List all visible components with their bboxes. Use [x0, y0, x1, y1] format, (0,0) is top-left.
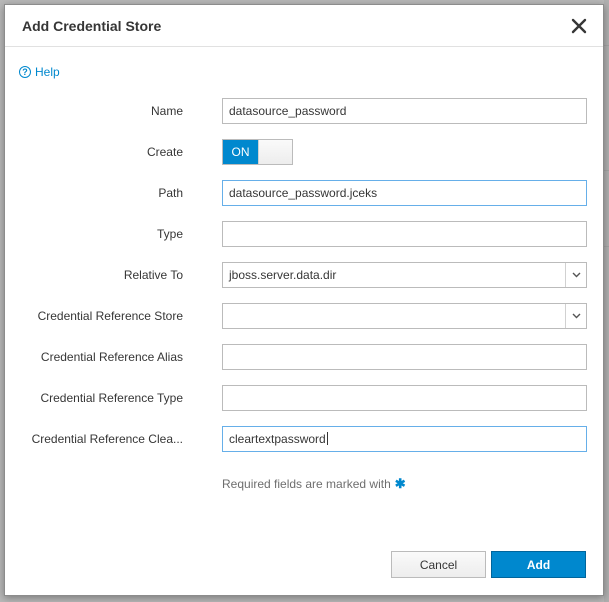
cred-ref-store-label: Credential Reference Store [37, 309, 183, 323]
name-value: datasource_password [229, 104, 347, 118]
dialog-title: Add Credential Store [22, 18, 162, 34]
relative-to-row: Relative To jboss.server.data.dir [5, 262, 605, 288]
required-note-text: Required fields are marked with [222, 477, 391, 491]
type-row: Type [5, 221, 605, 247]
relative-to-label: Relative To [123, 268, 183, 282]
cred-ref-alias-input[interactable] [222, 344, 587, 370]
toggle-on-state: ON [223, 140, 258, 164]
background-divider [604, 170, 609, 171]
relative-to-value: jboss.server.data.dir [229, 268, 337, 282]
cred-ref-store-row: Credential Reference Store [5, 303, 605, 329]
chevron-down-icon [572, 272, 580, 278]
close-button[interactable] [567, 14, 591, 38]
cred-ref-type-label: Credential Reference Type [40, 391, 183, 405]
background-divider [604, 45, 609, 46]
add-credential-store-dialog: Add Credential Store ? Help Name datasou… [4, 4, 604, 596]
chevron-down-icon [572, 313, 580, 319]
cred-ref-clear-text-row: Credential Reference Clea... cleartextpa… [5, 426, 605, 452]
cred-ref-store-select[interactable] [222, 303, 587, 329]
text-cursor [326, 432, 328, 445]
path-value: datasource_password.jceks [229, 186, 378, 200]
create-row: Create ON [5, 139, 605, 165]
name-input[interactable]: datasource_password [222, 98, 587, 124]
close-icon [571, 18, 587, 34]
question-circle-icon: ? [19, 66, 31, 78]
cred-ref-store-dropdown-button[interactable] [565, 304, 586, 328]
type-input[interactable] [222, 221, 587, 247]
name-label: Name [150, 104, 183, 118]
cred-ref-clear-text-input[interactable]: cleartextpassword [222, 426, 587, 452]
cred-ref-alias-row: Credential Reference Alias [5, 344, 605, 370]
create-label: Create [146, 145, 183, 159]
cancel-button[interactable]: Cancel [391, 551, 486, 578]
type-label: Type [156, 227, 183, 241]
help-link[interactable]: ? Help [19, 65, 60, 79]
cred-ref-type-row: Credential Reference Type [5, 385, 605, 411]
cred-ref-clear-text-label: Credential Reference Clea... [31, 432, 183, 446]
create-toggle[interactable]: ON [222, 139, 293, 165]
path-input[interactable]: datasource_password.jceks [222, 180, 587, 206]
required-fields-note: Required fields are marked with ✱ [222, 476, 406, 492]
cred-ref-type-input[interactable] [222, 385, 587, 411]
cred-ref-alias-label: Credential Reference Alias [40, 350, 183, 364]
help-label: Help [35, 65, 60, 79]
dialog-header: Add Credential Store [5, 5, 603, 47]
asterisk-icon: ✱ [394, 476, 406, 491]
path-label: Path [158, 186, 183, 200]
cred-ref-clear-text-value: cleartextpassword [229, 432, 326, 446]
background-page-edge [604, 0, 609, 602]
relative-to-select[interactable]: jboss.server.data.dir [222, 262, 587, 288]
add-button[interactable]: Add [491, 551, 586, 578]
name-row: Name datasource_password [5, 98, 605, 124]
toggle-handle [258, 140, 292, 164]
relative-to-dropdown-button[interactable] [565, 263, 586, 287]
path-row: Path datasource_password.jceks [5, 180, 605, 206]
